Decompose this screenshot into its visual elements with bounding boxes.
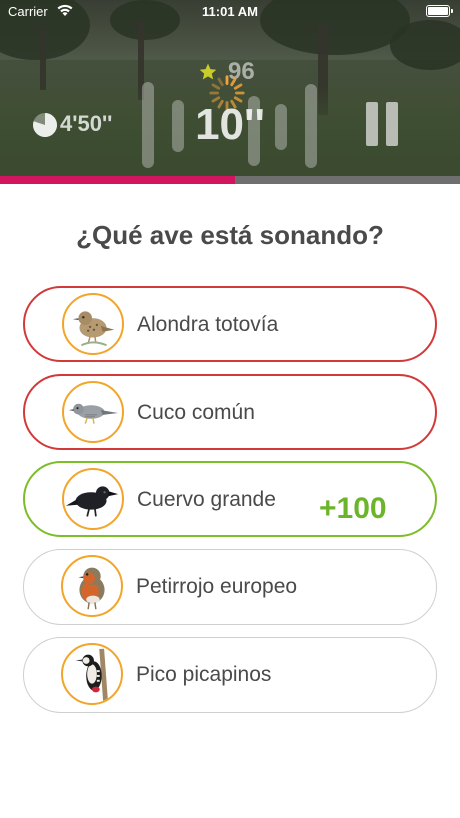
woodpecker-icon bbox=[61, 643, 123, 705]
question-title: ¿Qué ave está sonando? bbox=[76, 220, 384, 250]
answer-label: Alondra totovía bbox=[137, 313, 279, 336]
answer-option[interactable]: Pico picapinos bbox=[23, 637, 437, 713]
raven-icon bbox=[62, 468, 124, 530]
pause-button[interactable] bbox=[362, 98, 402, 148]
battery-icon bbox=[426, 5, 453, 17]
round-progress-bar bbox=[0, 176, 460, 184]
answer-option[interactable]: Alondra totovía bbox=[23, 286, 437, 362]
status-bar: Carrier 11:01 AM bbox=[0, 0, 460, 24]
answer-label: Petirrojo europeo bbox=[136, 575, 298, 598]
answer-label: Cuervo grande bbox=[137, 488, 276, 511]
answer-label: Pico picapinos bbox=[136, 663, 272, 686]
progress-fill bbox=[0, 176, 235, 184]
robin-icon bbox=[61, 555, 123, 617]
game-screen: Carrier 11:01 AM 96 4'50'' 10'' ¿Qué ave… bbox=[0, 0, 460, 818]
woodlark-icon bbox=[62, 293, 124, 355]
answer-label: Cuco común bbox=[137, 401, 255, 424]
pause-icon bbox=[366, 102, 378, 146]
answer-option-correct[interactable]: Cuervo grande +100 bbox=[23, 461, 437, 537]
answer-option[interactable]: Petirrojo europeo bbox=[23, 549, 437, 625]
points-awarded: +100 bbox=[319, 492, 387, 525]
cuckoo-icon bbox=[62, 381, 124, 443]
clock: 11:01 AM bbox=[202, 4, 258, 19]
answer-option[interactable]: Cuco común bbox=[23, 374, 437, 450]
